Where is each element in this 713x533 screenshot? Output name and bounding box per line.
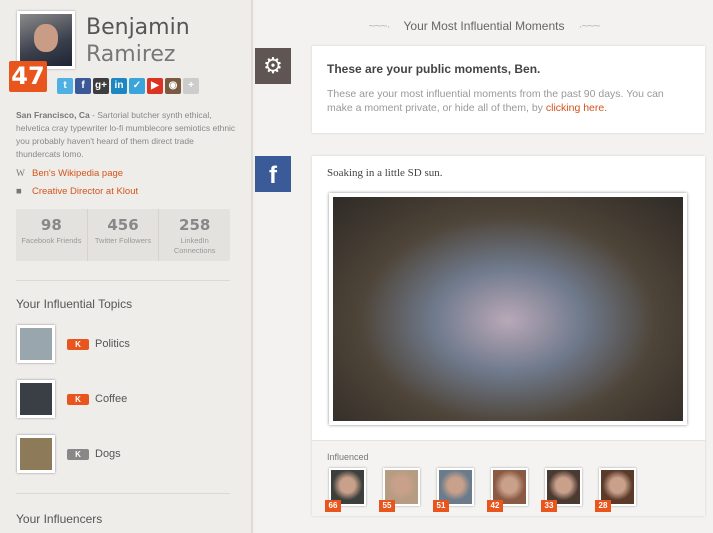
- feed-title-text: Your Most Influential Moments: [403, 19, 565, 33]
- notice-title: These are your public moments, Ben.: [327, 62, 541, 76]
- social-networks: t f g+ in ✓ ▶ ◉ +: [57, 78, 199, 94]
- topic-label[interactable]: Coffee: [95, 393, 127, 405]
- location: San Francisco, Ca: [16, 110, 90, 120]
- influenced-score: 28: [595, 500, 611, 512]
- klout-k-icon[interactable]: K: [67, 338, 89, 350]
- topics-heading: Your Influential Topics: [16, 297, 133, 311]
- influenced-score: 42: [487, 500, 503, 512]
- foursquare-icon[interactable]: ✓: [129, 78, 145, 94]
- privacy-link[interactable]: clicking here.: [546, 102, 607, 114]
- public-moments-notice: These are your public moments, Ben. Thes…: [312, 46, 705, 133]
- topic-image: [17, 435, 55, 473]
- wikipedia-link[interactable]: W Ben's Wikipedia page: [16, 168, 123, 179]
- klout-k-icon[interactable]: K: [67, 393, 89, 405]
- influenced-score: 33: [541, 500, 557, 512]
- stat-value: 456: [107, 216, 139, 234]
- influenced-section: Influenced 66 55 51 42 33 28: [312, 440, 705, 516]
- topic-item[interactable]: K Coffee: [17, 380, 127, 418]
- first-name: Benjamin: [86, 15, 190, 40]
- linkedin-icon[interactable]: in: [111, 78, 127, 94]
- feed-title: ~~~· Your Most Influential Moments ·~~~: [368, 19, 600, 33]
- topic-item[interactable]: K Dogs: [17, 435, 121, 473]
- profile-name: Benjamin Ramirez: [86, 15, 190, 67]
- klout-k-icon[interactable]: K: [67, 448, 89, 460]
- notice-text: These are your most influential moments …: [327, 87, 690, 115]
- influenced-user-avatar[interactable]: 55: [379, 468, 420, 512]
- network-stats: 98 Facebook Friends 456 Twitter Followers …: [16, 209, 230, 261]
- stat-label: Facebook Friends: [21, 236, 82, 245]
- klout-score-badge: 47: [9, 61, 47, 92]
- divider: [16, 280, 230, 281]
- topic-image: [17, 325, 55, 363]
- profile-sidebar: 47 Benjamin Ramirez t f g+ in ✓ ▶ ◉ + San Franc…: [0, 0, 253, 533]
- influencers-heading: Your Influencers: [16, 512, 103, 526]
- stat-twitter: 456 Twitter Followers: [88, 209, 160, 261]
- stat-value: 258: [179, 216, 211, 234]
- influenced-label: Influenced: [327, 452, 369, 462]
- topic-image: [17, 380, 55, 418]
- job-link[interactable]: ■ Creative Director at Klout: [16, 186, 138, 197]
- influenced-user-avatar[interactable]: 33: [541, 468, 582, 512]
- add-icon[interactable]: +: [183, 78, 199, 94]
- youtube-icon[interactable]: ▶: [147, 78, 163, 94]
- topic-label[interactable]: Dogs: [95, 448, 121, 460]
- link-label: Creative Director at Klout: [32, 186, 139, 197]
- moment-caption: Soaking in a little SD sun.: [327, 167, 443, 179]
- moment-card: Soaking in a little SD sun. Influenced 6…: [312, 156, 705, 516]
- influenced-score: 51: [433, 500, 449, 512]
- stat-label: LinkedIn Connections: [173, 236, 216, 255]
- instagram-icon[interactable]: ◉: [165, 78, 181, 94]
- influenced-user-avatar[interactable]: 51: [433, 468, 474, 512]
- gear-icon[interactable]: ⚙: [255, 48, 291, 84]
- facebook-icon: f: [255, 156, 291, 192]
- topic-item[interactable]: K Politics: [17, 325, 130, 363]
- topic-label[interactable]: Politics: [95, 338, 130, 350]
- briefcase-icon: ■: [16, 186, 22, 197]
- moment-photo[interactable]: [329, 193, 687, 425]
- influenced-user-avatar[interactable]: 42: [487, 468, 528, 512]
- stat-label: Twitter Followers: [94, 236, 152, 245]
- link-label: Ben's Wikipedia page: [32, 168, 124, 179]
- influenced-score: 55: [379, 500, 395, 512]
- moments-feed: ~~~· Your Most Influential Moments ·~~~ ⚙ …: [255, 0, 713, 533]
- facebook-icon[interactable]: f: [75, 78, 91, 94]
- divider: [16, 493, 230, 494]
- wikipedia-icon: W: [16, 168, 25, 179]
- profile-bio: San Francisco, Ca - Sartorial butcher sy…: [16, 109, 238, 161]
- influenced-user-avatar[interactable]: 66: [325, 468, 366, 512]
- stat-facebook: 98 Facebook Friends: [16, 209, 88, 261]
- stat-value: 98: [40, 216, 62, 234]
- twitter-icon[interactable]: t: [57, 78, 73, 94]
- stat-linkedin: 258 LinkedIn Connections: [159, 209, 230, 261]
- notice-body: These are your most influential moments …: [327, 88, 664, 114]
- last-name: Ramirez: [86, 42, 176, 67]
- google-plus-icon[interactable]: g+: [93, 78, 109, 94]
- influenced-score: 66: [325, 500, 341, 512]
- influenced-user-avatar[interactable]: 28: [595, 468, 636, 512]
